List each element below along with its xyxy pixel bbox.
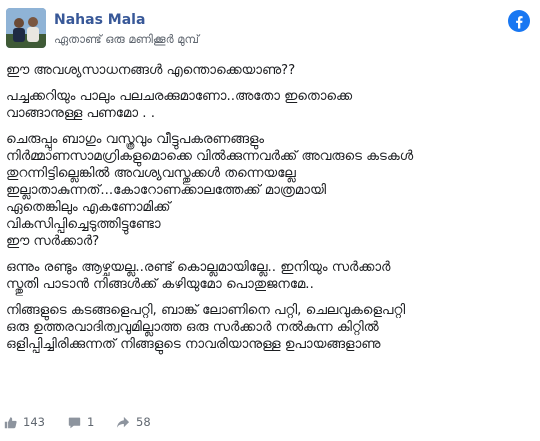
author-name[interactable]: Nahas Mala xyxy=(54,12,145,28)
post-header: Nahas Mala ഏതാണ്ട് ഒരു മണിക്കൂർ മുമ്പ് xyxy=(6,8,534,52)
author-avatar[interactable] xyxy=(6,8,46,48)
post-text-line: ഇല്ലാതാകുന്നത്...കോറോണക്കാലത്തേക്ക് മാത്… xyxy=(6,183,327,198)
post-text-line: നിർമ്മാണസാമഗ്രികളുമൊക്കെ വിൽക്കുന്നവർക്ക… xyxy=(6,149,414,164)
post-text-line: സ്തുതി പാടാൻ നിങ്ങൾക്ക് കഴിയുമോ പൊതുജനമേ… xyxy=(6,277,314,292)
like-count[interactable]: 143 xyxy=(4,412,45,432)
comment-icon xyxy=(68,416,81,429)
post-body: ഈ അവശ്യസാധനങ്ങൾ എന്തൊക്കെയാണു?? പച്ചക്കറി… xyxy=(6,62,526,362)
post-paragraph: ചെരുപ്പും ബാഗും വസ്ത്രവും വീട്ടുപകരണങ്ങള… xyxy=(6,131,526,250)
post-text-line: ചെരുപ്പും ബാഗും വസ്ത്രവും വീട്ടുപകരണങ്ങള… xyxy=(6,132,265,147)
post-text-line: ഈ സർക്കാർ? xyxy=(6,234,100,249)
post-paragraph: ഈ അവശ്യസാധനങ്ങൾ എന്തൊക്കെയാണു?? xyxy=(6,62,526,79)
thumbs-up-icon xyxy=(4,416,17,429)
share-count[interactable]: 58 xyxy=(116,412,151,432)
post-footer: 143 1 58 xyxy=(4,412,534,432)
post-text-line: നിങ്ങളുടെ കടങ്ങളെപറ്റി, ബാങ്ക് ലോണിനെ പറ… xyxy=(6,303,406,318)
post-text-line: തുറന്നിട്ടില്ലെങ്കിൽ അവശ്യവസ്തുക്കൾ തന്ന… xyxy=(6,166,296,181)
like-count-value: 143 xyxy=(23,415,45,429)
share-count-value: 58 xyxy=(136,415,151,429)
post-text-line: ഏതെങ്കിലും എകണോമിക്ക് xyxy=(6,200,171,215)
facebook-logo-icon xyxy=(508,10,530,32)
post-card: Nahas Mala ഏതാണ്ട് ഒരു മണിക്കൂർ മുമ്പ് ഈ… xyxy=(0,0,540,441)
post-text-line: ഒന്നും രണ്ടും ആഴ്ചയല്ല..രണ്ട് കൊല്ലമായില… xyxy=(6,260,391,275)
post-paragraph: പച്ചക്കറിയും പാലും പലചരക്കുമാണോ..അതോ ഇതൊ… xyxy=(6,88,526,122)
comment-count[interactable]: 1 xyxy=(68,412,94,432)
post-paragraph: നിങ്ങളുടെ കടങ്ങളെപറ്റി, ബാങ്ക് ലോണിനെ പറ… xyxy=(6,302,526,353)
post-text-line: വികസിപ്പിച്ചെടുത്തിട്ടുണ്ടോ xyxy=(6,217,161,232)
post-text-line: പച്ചക്കറിയും പാലും പലചരക്കുമാണോ..അതോ ഇതൊ… xyxy=(6,89,352,104)
post-text-line: ഈ അവശ്യസാധനങ്ങൾ എന്തൊക്കെയാണു?? xyxy=(6,63,296,78)
post-text-line: വാങ്ങാനുള്ള പണമോ . . xyxy=(6,106,156,121)
post-text-line: ഒരു ഉത്തരവാദിത്വവുമില്ലാത്ത ഒരു സർക്കാർ … xyxy=(6,320,379,335)
post-paragraph: ഒന്നും രണ്ടും ആഴ്ചയല്ല..രണ്ട് കൊല്ലമായില… xyxy=(6,259,526,293)
avatar-image xyxy=(6,8,46,48)
post-text-line: ഒളിപ്പിച്ചിരിക്കുന്നത് നിങ്ങളുടെ നാവരിയാ… xyxy=(6,337,381,352)
comment-count-value: 1 xyxy=(87,415,95,429)
share-icon xyxy=(116,416,130,429)
post-timestamp[interactable]: ഏതാണ്ട് ഒരു മണിക്കൂർ മുമ്പ് xyxy=(54,32,199,47)
